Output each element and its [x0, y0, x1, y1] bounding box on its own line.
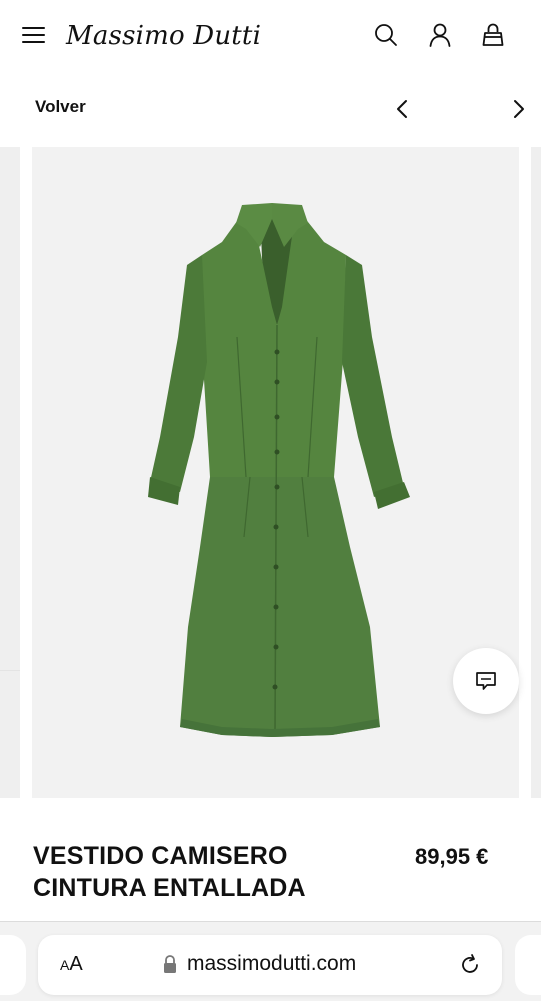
site-header: Massimo Dutti: [0, 0, 541, 72]
address-bar[interactable]: AA massimodutti.com: [38, 935, 502, 995]
previous-image-peek[interactable]: [0, 147, 20, 798]
product-title: VESTIDO CAMISERO CINTURA ENTALLADA: [33, 840, 363, 904]
brand-logo[interactable]: Massimo Dutti: [66, 18, 261, 54]
browser-toolbar: AA massimodutti.com: [0, 921, 541, 1001]
menu-icon[interactable]: [22, 26, 46, 44]
chevron-left-icon[interactable]: [390, 95, 414, 123]
back-link[interactable]: Volver: [35, 97, 86, 117]
product-image[interactable]: [32, 147, 519, 798]
bag-icon[interactable]: [480, 22, 506, 48]
chevron-right-icon[interactable]: [507, 95, 531, 123]
product-subnav: Volver: [0, 82, 541, 136]
dress-illustration: [148, 203, 410, 737]
next-image-peek[interactable]: [531, 147, 541, 798]
product-gallery[interactable]: [0, 147, 541, 798]
product-price: 89,95 €: [415, 844, 489, 869]
previous-tab-peek[interactable]: [0, 935, 26, 995]
reload-icon[interactable]: [458, 953, 482, 977]
search-icon[interactable]: [373, 22, 399, 48]
next-tab-peek[interactable]: [515, 935, 541, 995]
chat-button[interactable]: [453, 648, 519, 714]
product-title-line1: VESTIDO CAMISERO: [33, 842, 288, 870]
lock-icon: [164, 955, 176, 973]
text-size-button[interactable]: AA: [60, 953, 83, 976]
chat-bubble-icon: [476, 672, 496, 690]
url-text[interactable]: massimodutti.com: [187, 952, 356, 976]
account-icon[interactable]: [427, 22, 453, 48]
product-title-line2: CINTURA ENTALLADA: [33, 874, 306, 902]
